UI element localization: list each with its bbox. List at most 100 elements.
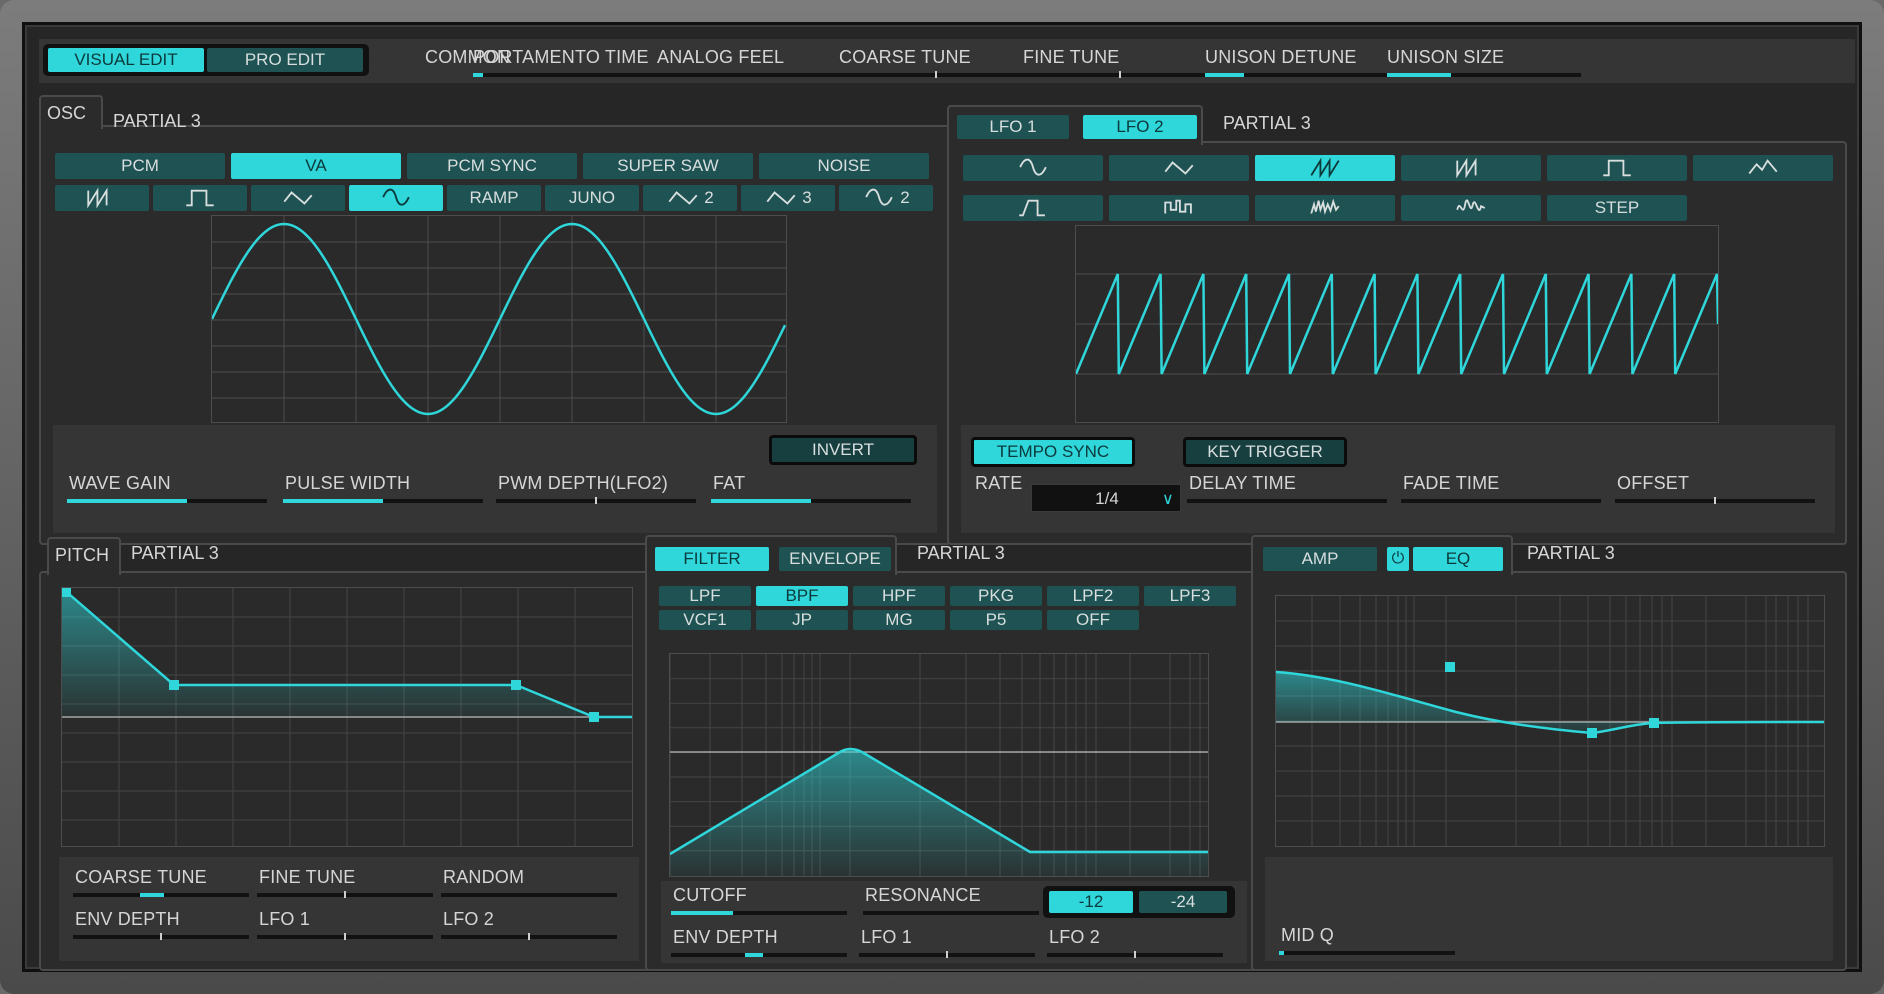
lfo-shape-square-wave[interactable] <box>1547 155 1687 181</box>
lfo-waveform-display <box>1075 225 1719 423</box>
eq-band-point[interactable] <box>1587 728 1597 738</box>
top-analog-feel-slider[interactable] <box>657 73 851 77</box>
lfo-shape-step-button[interactable]: STEP <box>1547 195 1687 221</box>
top-fine-tune-slider[interactable] <box>1023 71 1217 78</box>
filter-type-pkg[interactable]: PKG <box>950 586 1042 606</box>
rate-label: RATE <box>975 473 1023 493</box>
env-point[interactable] <box>169 680 179 690</box>
lfo-waveform-graph <box>1076 273 1718 375</box>
slope-12-button[interactable]: -12 <box>1049 891 1133 913</box>
osc-wave-gain-slider[interactable] <box>67 499 267 503</box>
osc-wave-6[interactable]: 2 <box>643 185 737 211</box>
tab-osc[interactable]: OSC <box>39 95 103 129</box>
lfo-shape-sample-hold[interactable] <box>1109 195 1249 221</box>
filter-type-hpf[interactable]: HPF <box>853 586 945 606</box>
osc-wave-0[interactable] <box>55 185 149 211</box>
invert-button[interactable]: INVERT <box>769 435 917 465</box>
pitch-fine-tune-slider[interactable] <box>257 891 433 898</box>
osc-wave-8[interactable]: 2 <box>839 185 933 211</box>
eq-power-icon[interactable]: ⏻ <box>1387 547 1409 571</box>
lfo-shape-triangle-wave[interactable] <box>1109 155 1249 181</box>
tab-amp[interactable]: AMP <box>1263 547 1377 571</box>
lfo-shape-chaos[interactable] <box>1401 195 1541 221</box>
osc-fat-slider[interactable] <box>711 499 911 503</box>
filter-cutoff-slider[interactable] <box>671 911 847 915</box>
filter-type-lpf[interactable]: LPF <box>659 586 751 606</box>
filter-resonance-label: RESONANCE <box>865 885 981 905</box>
lfo-shape-saw-up[interactable] <box>1255 155 1395 181</box>
tab-eq[interactable]: EQ <box>1413 547 1503 571</box>
pitch-envelope-graph <box>62 588 632 846</box>
osc-type-pcm[interactable]: PCM <box>55 153 225 179</box>
visual-edit-button[interactable]: VISUAL EDIT <box>48 48 204 72</box>
env-point[interactable] <box>62 588 71 597</box>
filter-type-bpf[interactable]: BPF <box>756 586 848 606</box>
top-analog-feel-label: ANALOG FEEL <box>657 47 785 67</box>
pro-edit-button[interactable]: PRO EDIT <box>207 48 363 72</box>
pitch-coarse-tune-slider[interactable] <box>73 893 249 897</box>
lfo-delay-time-slider[interactable] <box>1187 499 1387 503</box>
top-coarse-tune-slider[interactable] <box>839 71 1033 78</box>
osc-wave-3[interactable] <box>349 185 443 211</box>
osc-type-va[interactable]: VA <box>231 153 401 179</box>
osc-type-pcm-sync[interactable]: PCM SYNC <box>407 153 577 179</box>
osc-type-super-saw[interactable]: SUPER SAW <box>583 153 753 179</box>
tab-pitch-label: PITCH <box>55 545 109 565</box>
lfo-offset-slider[interactable] <box>1615 497 1815 504</box>
slider-fill <box>1387 73 1451 77</box>
osc-fat-label: FAT <box>713 473 746 493</box>
filter-lfo-1-slider[interactable] <box>859 951 1035 958</box>
pitch-lfo-1-slider[interactable] <box>257 933 433 940</box>
tab-lfo2[interactable]: LFO 2 <box>1083 115 1197 139</box>
env-point[interactable] <box>589 712 599 722</box>
tab-lfo1[interactable]: LFO 1 <box>957 115 1069 139</box>
eq-band-point[interactable] <box>1649 718 1659 728</box>
filter-resonance-slider[interactable] <box>863 911 1039 915</box>
pitch-tab-join <box>49 569 119 575</box>
osc-type-noise[interactable]: NOISE <box>759 153 929 179</box>
top-portamento-time-slider[interactable] <box>473 73 667 77</box>
lfo-shape-random[interactable] <box>1255 195 1395 221</box>
pitch-lfo-1-label: LFO 1 <box>259 909 311 929</box>
tab-envelope[interactable]: ENVELOPE <box>779 547 891 571</box>
pitch-env-depth-slider[interactable] <box>73 933 249 940</box>
osc-wave-5[interactable]: JUNO <box>545 185 639 211</box>
slider-fill <box>140 893 164 897</box>
osc-wave-4[interactable]: RAMP <box>447 185 541 211</box>
osc-pulse-width-label: PULSE WIDTH <box>285 473 411 493</box>
osc-wave-label: 2 <box>900 188 910 207</box>
lfo-shape-sine-wave[interactable] <box>963 155 1103 181</box>
slider-fill <box>283 499 383 503</box>
filter-type-jp[interactable]: JP <box>756 610 848 630</box>
osc-pulse-width-slider[interactable] <box>283 499 483 503</box>
osc-wave-1[interactable] <box>153 185 247 211</box>
rate-select[interactable]: 1/4 ∨ <box>1031 484 1181 512</box>
lfo-fade-time-slider[interactable] <box>1401 499 1601 503</box>
top-unison-detune-slider[interactable] <box>1205 73 1399 77</box>
filter-type-lpf3[interactable]: LPF3 <box>1144 586 1236 606</box>
filter-env-depth-slider[interactable] <box>671 953 847 957</box>
lfo-shape-trapezoid[interactable] <box>1693 155 1833 181</box>
key-trigger-button[interactable]: KEY TRIGGER <box>1183 437 1347 467</box>
filter-type-mg[interactable]: MG <box>853 610 945 630</box>
filter-type-p5[interactable]: P5 <box>950 610 1042 630</box>
pitch-lfo-2-slider[interactable] <box>441 933 617 940</box>
amp-mid-q-slider[interactable] <box>1279 951 1455 955</box>
osc-wave-2[interactable] <box>251 185 345 211</box>
filter-type-lpf2[interactable]: LPF2 <box>1047 586 1139 606</box>
slope-24-button[interactable]: -24 <box>1139 891 1227 913</box>
filter-lfo-2-slider[interactable] <box>1047 951 1223 958</box>
tempo-sync-button[interactable]: TEMPO SYNC <box>971 437 1135 467</box>
filter-type-vcf1[interactable]: VCF1 <box>659 610 751 630</box>
osc-wave-7[interactable]: 3 <box>741 185 835 211</box>
filter-type-off[interactable]: OFF <box>1047 610 1139 630</box>
lfo-shape-saw-down[interactable] <box>1401 155 1541 181</box>
lfo-shape-ramp-rise[interactable] <box>963 195 1103 221</box>
env-point[interactable] <box>511 680 521 690</box>
tab-filter[interactable]: FILTER <box>655 547 769 571</box>
pitch-partial-label: PARTIAL 3 <box>131 543 219 563</box>
osc-pwm-depth-lfo2-slider[interactable] <box>496 497 696 504</box>
eq-band-point[interactable] <box>1445 662 1455 672</box>
top-unison-size-slider[interactable] <box>1387 73 1581 77</box>
pitch-random-slider[interactable] <box>441 893 617 897</box>
